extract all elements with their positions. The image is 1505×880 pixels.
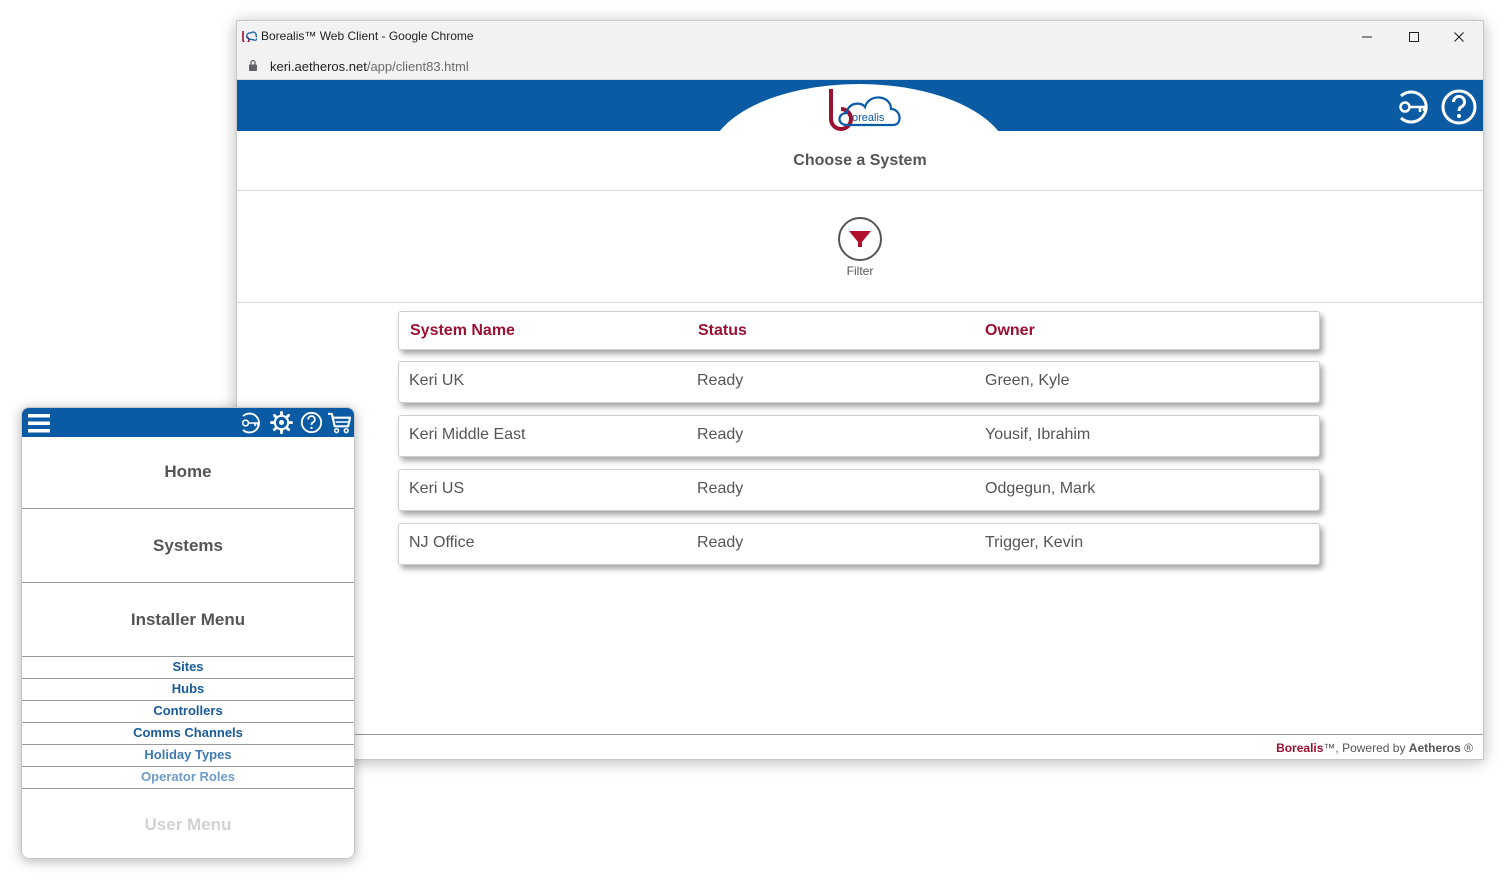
key-icon <box>1399 90 1428 124</box>
cart-icon[interactable] <box>327 411 352 434</box>
owner-cell: Green, Kyle <box>985 372 1070 389</box>
table-header: System Name Status Owner <box>398 311 1320 350</box>
key-icon[interactable] <box>238 411 262 435</box>
table-row[interactable]: Keri US Ready Odgegun, Mark <box>398 469 1320 511</box>
divider <box>237 302 1483 303</box>
hamburger-icon[interactable] <box>27 411 51 435</box>
status-cell: Ready <box>697 480 744 497</box>
system-name-cell: NJ Office <box>409 534 475 551</box>
minimize-button[interactable] <box>1345 25 1389 49</box>
close-icon <box>1454 32 1464 42</box>
url-host: keri.aetheros.net <box>270 59 367 74</box>
footer-registered: ® <box>1460 741 1473 755</box>
logo-text: orealis <box>852 112 885 124</box>
mobile-menu-panel: Home Systems Installer Menu Sites Hubs C… <box>21 407 355 859</box>
address-bar[interactable]: keri.aetheros.net/app/client83.html <box>237 52 1483 80</box>
submenu-item-sites[interactable]: Sites <box>22 657 354 679</box>
table-row[interactable]: Keri Middle East Ready Yousif, Ibrahim <box>398 415 1320 457</box>
browser-window: Borealis™ Web Client - Google Chrome ker… <box>236 20 1484 760</box>
menu-item-installer-menu[interactable]: Installer Menu <box>22 583 354 657</box>
divider <box>237 190 1483 191</box>
title-bar: Borealis™ Web Client - Google Chrome <box>237 21 1483 52</box>
window-title: Borealis™ Web Client - Google Chrome <box>261 29 474 43</box>
system-name-cell: Keri UK <box>409 372 465 389</box>
mobile-header <box>22 408 354 437</box>
submenu-item-hubs[interactable]: Hubs <box>22 679 354 701</box>
footer-powered-by: ™, Powered by <box>1323 741 1409 755</box>
url-text: keri.aetheros.net/app/client83.html <box>270 59 469 74</box>
footer-brand: Borealis <box>1276 741 1324 755</box>
owner-cell: Trigger, Kevin <box>985 534 1084 551</box>
submenu-item-operator-roles[interactable]: Operator Roles <box>22 767 354 789</box>
page-title: Choose a System <box>793 152 927 169</box>
menu-item-home[interactable]: Home <box>22 437 354 509</box>
status-cell: Ready <box>697 372 744 389</box>
table-row[interactable]: NJ Office Ready Trigger, Kevin <box>398 523 1320 565</box>
column-header-owner[interactable]: Owner <box>985 322 1035 340</box>
minimize-icon <box>1362 36 1372 38</box>
footer-company: Aetheros <box>1408 741 1461 755</box>
maximize-button[interactable] <box>1392 25 1436 49</box>
column-header-status[interactable]: Status <box>698 322 747 340</box>
footer: Borealis™, Powered by Aetheros ® <box>237 734 1483 761</box>
submenu-item-comms-channels[interactable]: Comms Channels <box>22 723 354 745</box>
footer-text: Borealis™, Powered by Aetheros ® <box>1276 741 1473 755</box>
lock-icon <box>249 59 257 71</box>
owner-cell: Yousif, Ibrahim <box>985 426 1091 443</box>
table-row[interactable]: Keri UK Ready Green, Kyle <box>398 361 1320 403</box>
status-cell: Ready <box>697 534 744 551</box>
filter-icon <box>849 231 871 247</box>
help-button[interactable] <box>1440 88 1477 125</box>
status-cell: Ready <box>697 426 744 443</box>
menu-item-user-menu[interactable]: User Menu <box>22 789 354 858</box>
gear-icon[interactable] <box>270 411 293 434</box>
system-name-cell: Keri US <box>409 480 465 497</box>
owner-cell: Odgegun, Mark <box>985 480 1096 497</box>
logout-key-button[interactable] <box>1393 88 1429 124</box>
system-name-cell: Keri Middle East <box>409 426 526 443</box>
help-icon <box>1441 89 1477 125</box>
submenu-item-controllers[interactable]: Controllers <box>22 701 354 723</box>
submenu-item-holiday-types[interactable]: Holiday Types <box>22 745 354 767</box>
column-header-system-name[interactable]: System Name <box>410 322 515 340</box>
filter-label: Filter <box>846 264 874 278</box>
borealis-logo: orealis <box>829 89 901 131</box>
url-path: /app/client83.html <box>366 59 469 74</box>
borealis-favicon-icon <box>242 31 257 42</box>
filter-button[interactable] <box>838 217 882 261</box>
help-icon[interactable] <box>300 411 323 434</box>
app-header: orealis <box>237 80 1483 131</box>
menu-item-systems[interactable]: Systems <box>22 509 354 583</box>
close-window-button[interactable] <box>1437 25 1481 49</box>
maximize-icon <box>1409 32 1419 42</box>
